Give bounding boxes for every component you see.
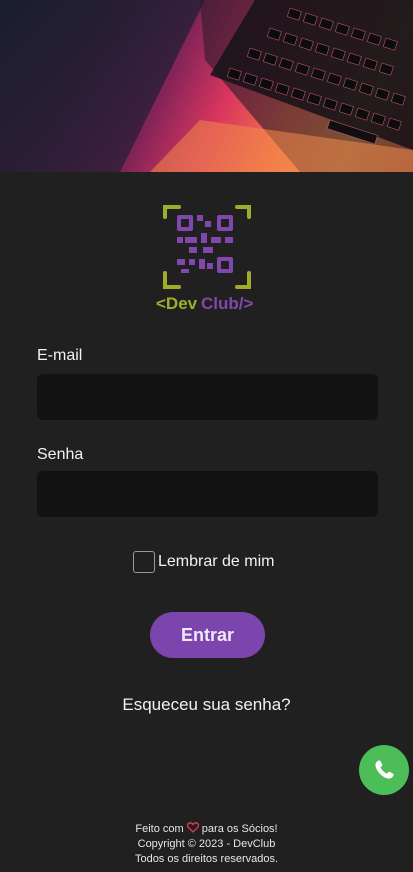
remember-me-row: Lembrar de mim [133,549,274,575]
footer-copyright: Copyright © 2023 - DevClub [137,838,276,850]
logo-text-dev: <Dev [156,294,198,313]
password-label: Senha [37,446,84,463]
qr-code-icon [163,205,251,289]
email-field[interactable] [37,374,378,420]
footer: Feito com para os Sócios! Copyright © 20… [0,822,413,867]
heart-icon [186,822,199,833]
forgot-password-link[interactable]: Esqueceu sua senha? [0,695,413,715]
footer-rights: Todos os direitos reservados. [134,853,279,865]
password-field[interactable] [37,471,378,517]
footer-made-with: Feito com para os Sócios! [0,822,413,837]
devclub-logo: <Dev Club/> [156,205,253,313]
whatsapp-button[interactable] [359,745,409,795]
email-label: E-mail [37,347,83,364]
footer-made-with-prefix: Feito com [135,823,184,835]
remember-me-label[interactable]: Lembrar de mim [158,553,274,571]
footer-made-with-suffix: para os Sócios! [201,823,278,835]
hero-image [0,0,413,172]
whatsapp-icon [375,760,394,779]
laptop-keyboard-illustration [0,0,413,172]
logo-text-club: Club/> [201,294,253,313]
login-button[interactable]: Entrar [150,612,265,658]
remember-me-checkbox[interactable] [133,551,155,573]
